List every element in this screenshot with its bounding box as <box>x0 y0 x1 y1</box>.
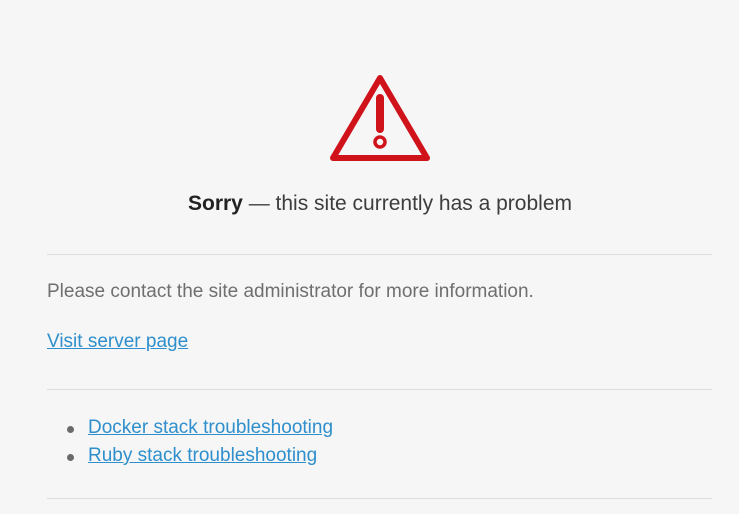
error-message: Please contact the site administrator fo… <box>47 281 534 302</box>
error-headline: Sorry — this site currently has a proble… <box>0 190 739 218</box>
warning-triangle-icon <box>330 75 430 161</box>
divider <box>47 254 712 255</box>
visit-server-link[interactable]: Visit server page <box>47 330 188 354</box>
bullet-icon <box>67 454 74 461</box>
headline-rest: — this site currently has a problem <box>242 192 572 215</box>
bullet-icon <box>67 426 74 433</box>
divider <box>47 498 712 499</box>
list-item: Docker stack troubleshooting <box>47 416 333 444</box>
list-item: Ruby stack troubleshooting <box>47 444 333 472</box>
error-page: Sorry — this site currently has a proble… <box>0 0 739 514</box>
divider <box>47 389 712 390</box>
troubleshooting-list: Docker stack troubleshooting Ruby stack … <box>47 416 333 472</box>
ruby-troubleshooting-link[interactable]: Ruby stack troubleshooting <box>88 445 317 466</box>
headline-strong: Sorry <box>188 192 243 215</box>
docker-troubleshooting-link[interactable]: Docker stack troubleshooting <box>88 417 333 438</box>
